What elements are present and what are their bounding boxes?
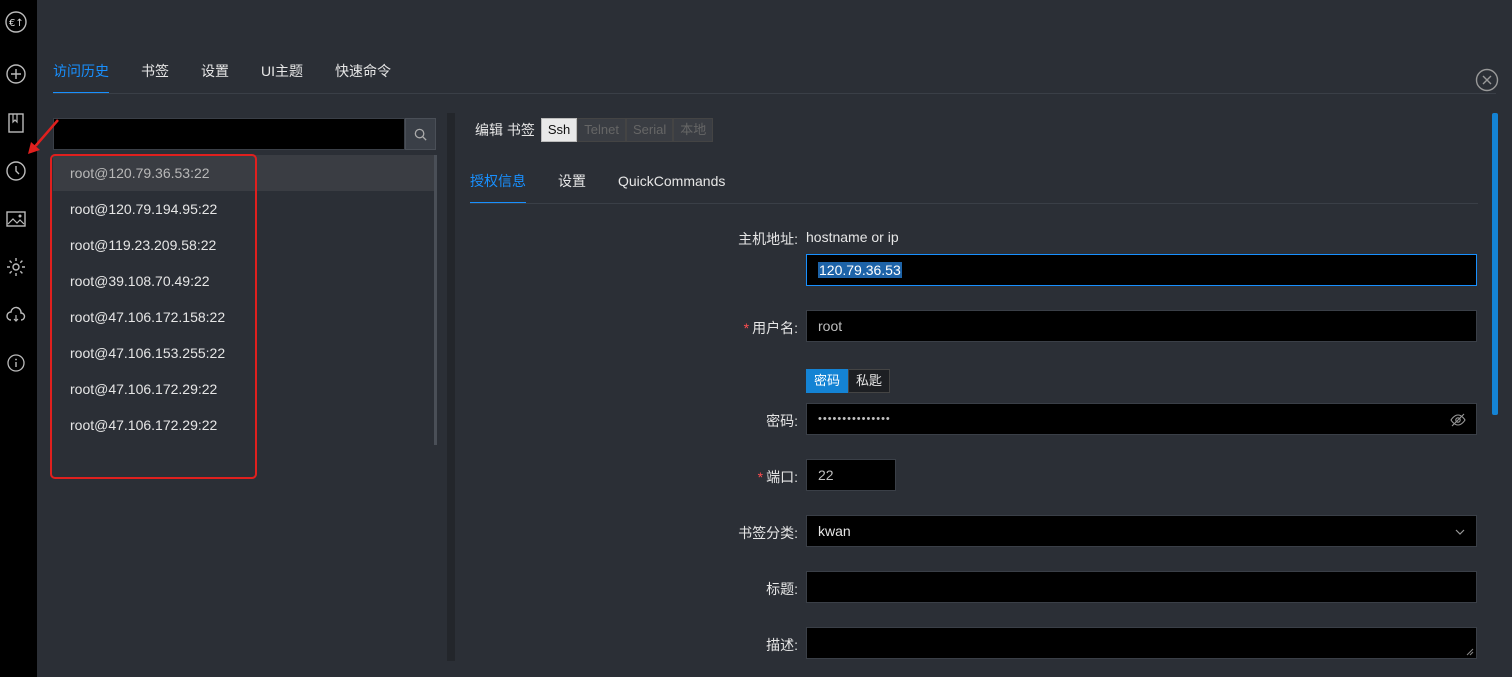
panel-splitter[interactable] <box>447 113 455 661</box>
cloud-sync-icon[interactable] <box>5 304 27 326</box>
category-select[interactable]: kwan <box>806 515 1477 547</box>
username-label: * 用户名: <box>743 320 798 336</box>
host-input[interactable]: 120.79.36.53 <box>806 254 1477 286</box>
app-logo-icon[interactable]: €↑ <box>5 11 27 33</box>
tab-auth[interactable]: 授权信息 <box>470 170 526 204</box>
search-button[interactable] <box>405 118 436 150</box>
auth-type-toggle: 密码 私匙 <box>806 369 891 393</box>
editor-header: 编辑 书签 Ssh Telnet Serial 本地 <box>475 118 714 142</box>
port-label: * 端口: <box>757 469 798 485</box>
tab-quickcommands[interactable]: QuickCommands <box>618 170 725 204</box>
info-icon[interactable] <box>5 352 27 374</box>
resize-handle-icon[interactable] <box>1466 648 1474 656</box>
tab-quick-commands[interactable]: 快速命令 <box>335 60 391 94</box>
eye-off-icon[interactable] <box>1450 412 1466 428</box>
title-label: 标题: <box>766 581 798 597</box>
host-value: 120.79.36.53 <box>818 262 902 278</box>
port-input[interactable]: 22 <box>806 459 896 491</box>
close-icon[interactable] <box>1475 68 1499 92</box>
category-label: 书签分类: <box>738 525 798 541</box>
search-icon <box>414 128 427 141</box>
auth-key-option[interactable]: 私匙 <box>848 369 891 393</box>
list-scrollbar[interactable] <box>434 155 437 445</box>
tab-history[interactable]: 访问历史 <box>53 60 109 94</box>
description-textarea[interactable] <box>806 627 1477 659</box>
icon-sidebar: €↑ <box>0 0 37 677</box>
svg-text:€↑: €↑ <box>9 18 24 29</box>
tab-bookmarks[interactable]: 书签 <box>141 60 169 94</box>
password-input[interactable]: ••••••••••••••• <box>806 403 1477 435</box>
annotation-arrow-icon <box>28 119 59 154</box>
history-icon[interactable] <box>5 160 27 182</box>
type-telnet[interactable]: Telnet <box>577 118 626 142</box>
title-input[interactable] <box>806 571 1477 603</box>
password-value: ••••••••••••••• <box>818 413 891 425</box>
type-ssh[interactable]: Ssh <box>540 118 578 142</box>
tab-editor-settings[interactable]: 设置 <box>558 170 586 204</box>
auth-password-option[interactable]: 密码 <box>806 369 849 393</box>
category-value: kwan <box>818 523 851 539</box>
description-label: 描述: <box>766 637 798 653</box>
type-serial[interactable]: Serial <box>626 118 674 142</box>
chevron-down-icon <box>1455 529 1465 535</box>
editor-title: 编辑 书签 <box>475 122 535 138</box>
settings-icon[interactable] <box>5 256 27 278</box>
add-icon[interactable] <box>5 63 27 85</box>
username-input[interactable]: root <box>806 310 1477 342</box>
annotation-box <box>50 154 257 479</box>
form-scrollbar[interactable] <box>1492 113 1498 415</box>
host-hint: hostname or ip <box>806 229 899 245</box>
subtabs-divider <box>470 203 1478 204</box>
type-local[interactable]: 本地 <box>673 118 714 142</box>
tab-ui-theme[interactable]: UI主题 <box>261 60 303 94</box>
password-label: 密码: <box>766 413 798 429</box>
tabs-divider <box>53 93 1496 94</box>
host-label: 主机地址: <box>738 231 798 247</box>
image-icon[interactable] <box>5 208 27 230</box>
tab-settings[interactable]: 设置 <box>201 60 229 94</box>
history-search-input[interactable] <box>53 118 405 150</box>
